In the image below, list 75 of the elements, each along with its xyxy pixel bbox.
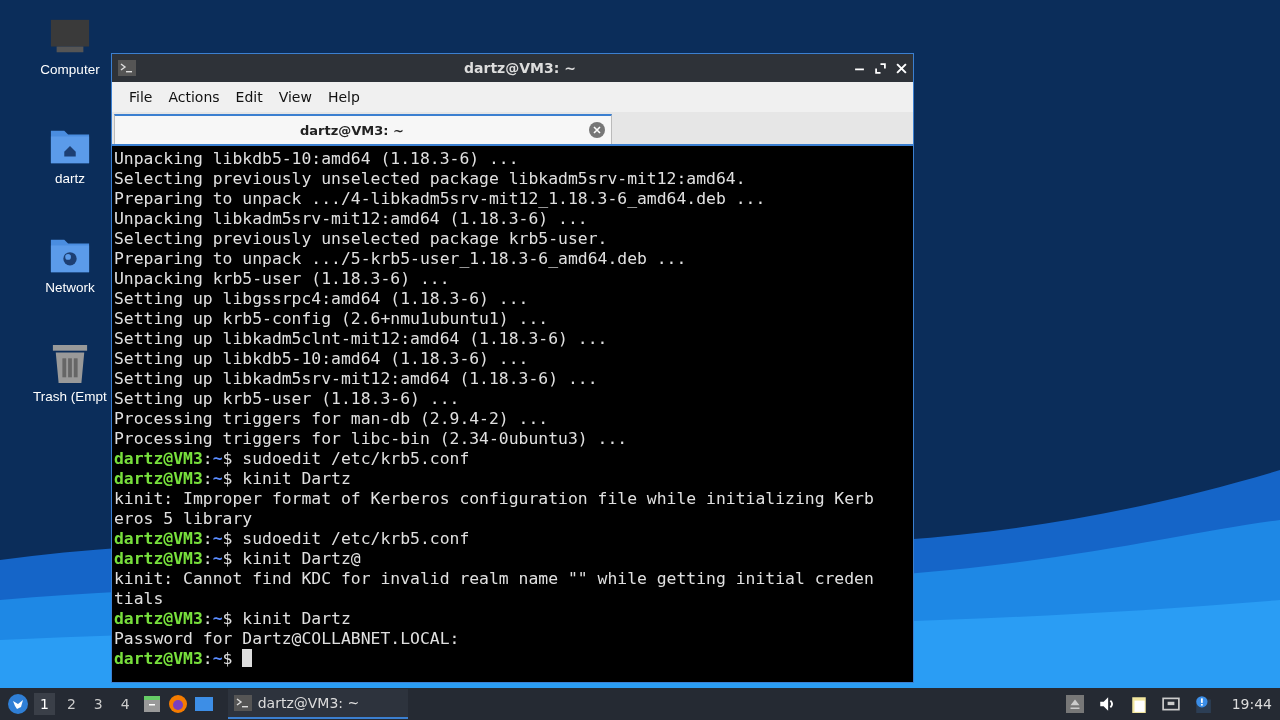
prompt-path: ~ <box>212 529 223 548</box>
terminal-output-line: Selecting previously unselected package libkadm5srv-mit12:amd64. <box>114 169 747 189</box>
task-button[interactable]: dartz@VM3: ~ <box>227 689 408 719</box>
menu-item[interactable]: Help <box>320 87 367 107</box>
desktop-icon[interactable] <box>193 694 214 714</box>
file-cabinet-icon[interactable] <box>141 694 162 714</box>
clipboard-icon[interactable] <box>1129 695 1148 713</box>
terminal-command: $ kinit Dartz <box>222 469 351 488</box>
terminal-icon <box>118 60 136 76</box>
window-title: dartz@VM3: ~ <box>463 60 577 76</box>
workspace-button[interactable]: 2 <box>60 693 82 715</box>
prompt-path: ~ <box>212 469 223 488</box>
terminal-output-line: Processing triggers for man-db (2.9.4-2) ... <box>114 409 550 429</box>
prompt-path: ~ <box>212 609 223 628</box>
terminal-icon <box>233 695 252 711</box>
menu-item[interactable]: View <box>271 87 319 107</box>
terminal-output-line: Preparing to unpack .../4-libkadm5srv-mit12_1.18.3-6_amd64.deb ... <box>114 189 767 209</box>
workspace-button[interactable]: 3 <box>87 693 109 715</box>
prompt-separator: : <box>202 529 213 548</box>
terminal-output-line: Setting up libgssrpc4:amd64 (1.18.3-6) ... <box>114 289 530 309</box>
icon-label: Trash (Empt <box>33 389 107 404</box>
clock: 19:44 <box>1231 696 1272 712</box>
terminal-command: $ sudoedit /etc/krb5.conf <box>222 529 470 548</box>
prompt-user: dartz@VM3 <box>114 469 203 488</box>
terminal-output-line: Processing triggers for libc-bin (2.34-0ubuntu3) ... <box>114 429 629 449</box>
terminal-command: $ kinit Dartz <box>222 609 351 628</box>
prompt-separator: : <box>202 609 213 628</box>
prompt-separator: : <box>202 449 213 468</box>
prompt-path: ~ <box>212 649 223 668</box>
prompt-user: dartz@VM3 <box>114 649 203 668</box>
volume-icon[interactable] <box>1097 695 1116 713</box>
prompt-path: ~ <box>212 449 223 468</box>
prompt-separator: : <box>202 549 213 568</box>
menu-item[interactable]: Edit <box>228 87 270 107</box>
menu-item[interactable]: File <box>122 87 160 107</box>
prompt-user: dartz@VM3 <box>114 449 203 468</box>
eject-icon[interactable] <box>1065 695 1084 713</box>
bird-icon[interactable] <box>8 694 28 714</box>
terminal-output-line: kinit: Cannot find KDC for invalid realm name "" while getting initial creden <box>114 569 875 589</box>
terminal-output-line: Unpacking libkadm5srv-mit12:amd64 (1.18.3-6) ... <box>114 209 589 229</box>
icon-label: dartz <box>55 171 85 186</box>
prompt-separator: : <box>202 469 213 488</box>
terminal-output-line: Setting up libkdb5-10:amd64 (1.18.3-6) ... <box>114 349 530 369</box>
close-tab-icon[interactable] <box>589 122 605 138</box>
terminal-output-line: Setting up krb5-user (1.18.3-6) ... <box>114 389 461 409</box>
prompt-separator: : <box>202 649 213 668</box>
icon-label: Computer <box>40 62 100 77</box>
terminal-command: $ <box>222 649 233 668</box>
terminal-output-line: kinit: Improper format of Kerberos configuration file while initializing Kerb <box>114 489 875 509</box>
terminal-command: $ sudoedit /etc/krb5.conf <box>222 449 470 468</box>
terminal-output-line: Setting up libkadm5srv-mit12:amd64 (1.18.3-6) ... <box>114 369 599 389</box>
terminal-tab[interactable]: dartz@VM3: ~ <box>114 114 612 144</box>
terminal-output-line: Unpacking krb5-user (1.18.3-6) ... <box>114 269 451 289</box>
prompt-user: dartz@VM3 <box>114 529 203 548</box>
terminal-output-line: tials <box>114 589 165 609</box>
prompt-path: ~ <box>212 549 223 568</box>
workspace-button[interactable]: 4 <box>114 693 136 715</box>
menu-item[interactable]: Actions <box>161 87 227 107</box>
workspace-button[interactable]: 1 <box>34 693 55 715</box>
icon-label: Network <box>45 280 95 295</box>
terminal-output-line: Selecting previously unselected package krb5-user. <box>114 229 609 249</box>
terminal-output-line: Unpacking libkdb5-10:amd64 (1.18.3-6) ... <box>114 149 520 169</box>
terminal-output-line: Setting up krb5-config (2.6+nmu1ubuntu1) ... <box>114 309 550 329</box>
close-icon[interactable] <box>896 62 907 74</box>
terminal-output-line: Setting up libkadm5clnt-mit12:amd64 (1.18.3-6) ... <box>114 329 609 349</box>
notification-icon[interactable] <box>1193 695 1212 713</box>
network-icon[interactable] <box>1161 695 1180 713</box>
browser-icon[interactable] <box>167 694 188 714</box>
prompt-user: dartz@VM3 <box>114 609 203 628</box>
terminal-output-line: eros 5 library <box>114 509 254 529</box>
terminal-command: $ kinit Dartz@ <box>222 549 361 568</box>
prompt-user: dartz@VM3 <box>114 549 203 568</box>
terminal-output-line: Preparing to unpack .../5-krb5-user_1.18.3-6_amd64.deb ... <box>114 249 688 269</box>
terminal-output-line: Password for Dartz@COLLABNET.LOCAL: <box>114 629 461 649</box>
maximize-icon[interactable] <box>875 62 886 74</box>
